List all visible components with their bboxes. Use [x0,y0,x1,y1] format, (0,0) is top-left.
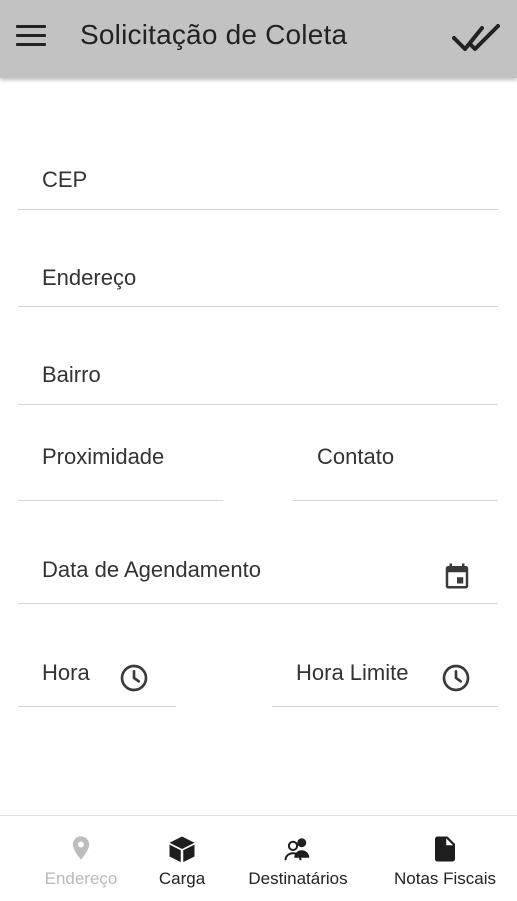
endereco-field[interactable]: Endereço [18,246,498,307]
menu-icon[interactable] [16,25,48,49]
clock-icon[interactable] [440,662,472,694]
proximidade-label: Proximidade [42,444,165,469]
bairro-field[interactable]: Bairro [18,344,498,405]
hora-field[interactable]: Hora [18,640,176,707]
bairro-label: Bairro [42,362,101,387]
data-agendamento-field[interactable]: Data de Agendamento [18,540,498,604]
clock-icon[interactable] [118,662,150,694]
hora-limite-field[interactable]: Hora Limite [272,640,498,707]
people-icon [284,838,310,861]
page-title: Solicitação de Coleta [80,19,348,50]
bottom-navigation: Endereço Carga Destinatários Notas Fisca… [0,815,517,901]
proximidade-field[interactable]: Proximidade [18,425,223,501]
contato-field[interactable]: Contato [293,425,498,501]
cep-label: CEP [42,167,88,192]
box-icon [169,836,195,863]
nav-label-endereco: Endereço [44,869,118,888]
nav-item-destinatarios[interactable]: Destinatários [238,816,358,901]
calendar-icon[interactable] [442,561,472,591]
document-icon [435,836,455,862]
app-bar: Solicitação de Coleta [0,0,517,78]
cep-field[interactable]: CEP [18,150,498,210]
hora-label: Hora [42,660,90,685]
nav-label-carga: Carga [158,869,206,888]
contato-label: Contato [317,444,395,469]
nav-label-notas-fiscais: Notas Fiscais [393,869,497,888]
endereco-label: Endereço [42,265,137,290]
done-all-icon[interactable] [452,22,502,54]
nav-item-carga[interactable]: Carga [146,816,218,901]
location-pin-icon [72,836,90,860]
hora-limite-label: Hora Limite [296,660,409,685]
nav-item-notas-fiscais[interactable]: Notas Fiscais [384,816,506,901]
data-agendamento-label: Data de Agendamento [42,557,261,582]
nav-item-endereco[interactable]: Endereço [30,816,132,901]
nav-label-destinatarios: Destinatários [248,869,348,888]
